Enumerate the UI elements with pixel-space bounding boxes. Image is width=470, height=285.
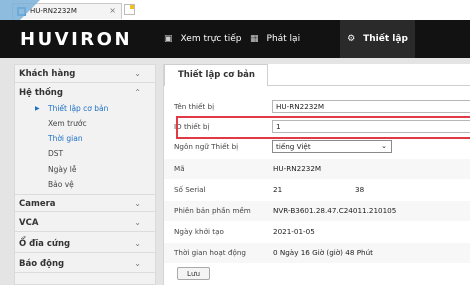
close-icon[interactable]: × [109, 6, 116, 15]
uptime-row: Thời gian hoạt động 0 Ngày 16 Giờ (giờ) … [164, 243, 470, 263]
init-date-row: Ngày khởi tạo 2021-01-05 [164, 222, 470, 242]
sidebar-item-alarm[interactable]: Báo động ⌄ [15, 255, 155, 273]
chevron-down-icon: ⌄ [134, 199, 141, 208]
nav-setup-label: Thiết lập [363, 34, 408, 44]
chevron-down-icon: ⌄ [134, 259, 141, 268]
tab-basic-setup[interactable]: Thiết lập cơ bản [164, 64, 268, 86]
serial-value-suffix: 38 [355, 185, 365, 194]
chevron-down-icon: ⌄ [381, 142, 387, 150]
sidebar-item-label: Hệ thống [19, 88, 63, 98]
chevron-down-icon: ⌄ [134, 218, 141, 227]
sidebar-item-preview[interactable]: Xem trước [15, 117, 155, 131]
model-row: Mã HU-RN2232M [164, 159, 470, 179]
chevron-up-icon: ⌃ [134, 88, 141, 97]
nav-playback[interactable]: ▦ Phát lại [250, 20, 300, 58]
nav-setup[interactable]: ⚙ Thiết lập [340, 20, 415, 58]
serial-row: Số Serial 21 38 [164, 180, 470, 200]
sidebar-item-camera[interactable]: Camera ⌄ [15, 194, 155, 212]
sidebar-item-label: Camera [19, 199, 56, 209]
uptime-value: 0 Ngày 16 Giờ (giờ) 48 Phút [273, 248, 373, 257]
firmware-value: NVR-B3601.28.47.C24011.210105 [273, 206, 397, 215]
sidebar-item-basic-setup[interactable]: ▶ Thiết lập cơ bản [15, 102, 155, 116]
language-label: Ngôn ngữ Thiết bị [174, 142, 239, 151]
device-id-field[interactable]: 1 [272, 120, 470, 133]
sidebar-item-label: Ổ đĩa cứng [19, 239, 71, 249]
sidebar-item-label: Bảo vệ [48, 180, 74, 189]
new-tab-icon[interactable] [124, 4, 135, 15]
sidebar-item-holiday[interactable]: Ngày lễ [15, 163, 155, 177]
language-row: Ngôn ngữ Thiết bị tiếng Việt ⌄ [164, 137, 470, 157]
sidebar-item-disk[interactable]: Ổ đĩa cứng ⌄ [15, 235, 155, 253]
sidebar-item-label: Xem trước [48, 119, 87, 128]
sidebar-item-security[interactable]: Bảo vệ [15, 178, 155, 192]
sidebar-item-label: VCA [19, 218, 39, 228]
sidebar-item-system[interactable]: Hệ thống ⌃ [15, 84, 155, 102]
init-date-value: 2021-01-05 [273, 227, 315, 236]
arrow-right-icon: ▶ [35, 105, 40, 112]
sidebar-item-label: DST [48, 149, 64, 158]
sidebar: Khách hàng ⌄ Hệ thống ⌃ ▶ Thiết lập cơ b… [14, 64, 156, 285]
nav-live-label: Xem trực tiếp [180, 34, 242, 44]
sidebar-item-label: Thời gian [48, 134, 83, 143]
firmware-row: Phiên bản phần mềm NVR-B3601.28.47.C2401… [164, 201, 470, 221]
sidebar-item-dst[interactable]: DST [15, 147, 155, 161]
tab-divider [268, 85, 470, 86]
sidebar-item-label: Thiết lập cơ bản [48, 104, 109, 113]
nav-playback-label: Phát lại [266, 34, 301, 44]
sidebar-item-label: Ngày lễ [48, 165, 77, 174]
model-value: HU-RN2232M [273, 164, 322, 173]
sidebar-item-time[interactable]: Thời gian [15, 132, 155, 146]
init-date-label: Ngày khởi tạo [174, 227, 224, 236]
firmware-label: Phiên bản phần mềm [174, 206, 251, 215]
save-button[interactable]: Lưu [177, 267, 210, 280]
device-name-label: Tên thiết bị [174, 102, 215, 111]
gear-icon: ⚙ [347, 34, 356, 44]
language-select-value: tiếng Việt [276, 142, 311, 151]
sidebar-item-label: Báo động [19, 259, 65, 269]
serial-value-prefix: 21 [273, 185, 283, 194]
sidebar-item-vca[interactable]: VCA ⌄ [15, 214, 155, 232]
film-icon: ▦ [250, 34, 259, 44]
nav-live-view[interactable]: ▣ Xem trực tiếp [164, 20, 241, 58]
sidebar-item-customer[interactable]: Khách hàng ⌄ [15, 65, 155, 83]
uptime-label: Thời gian hoạt động [174, 248, 246, 257]
device-id-label: ID thiết bị [174, 122, 210, 131]
chevron-down-icon: ⌄ [134, 239, 141, 248]
device-name-row: Tên thiết bị HU-RN2232M [164, 97, 470, 117]
model-label: Mã [174, 164, 185, 173]
page: HU-RN2232M × HUVIRON ▣ Xem trực tiếp ▦ P… [0, 0, 470, 285]
chevron-down-icon: ⌄ [134, 69, 141, 78]
language-select[interactable]: tiếng Việt ⌄ [272, 140, 392, 153]
main-panel: Thiết lập cơ bản Tên thiết bị HU-RN2232M… [163, 64, 470, 285]
device-id-row: ID thiết bị 1 [164, 117, 470, 137]
device-name-field[interactable]: HU-RN2232M [272, 100, 470, 113]
sidebar-item-label: Khách hàng [19, 69, 76, 79]
monitor-icon: ▣ [164, 34, 173, 44]
browser-tabstrip: HU-RN2232M × [0, 0, 470, 20]
logo: HUVIRON [20, 29, 133, 50]
app-header: HUVIRON ▣ Xem trực tiếp ▦ Phát lại ⚙ Thi… [0, 20, 470, 58]
serial-label: Số Serial [174, 185, 206, 194]
